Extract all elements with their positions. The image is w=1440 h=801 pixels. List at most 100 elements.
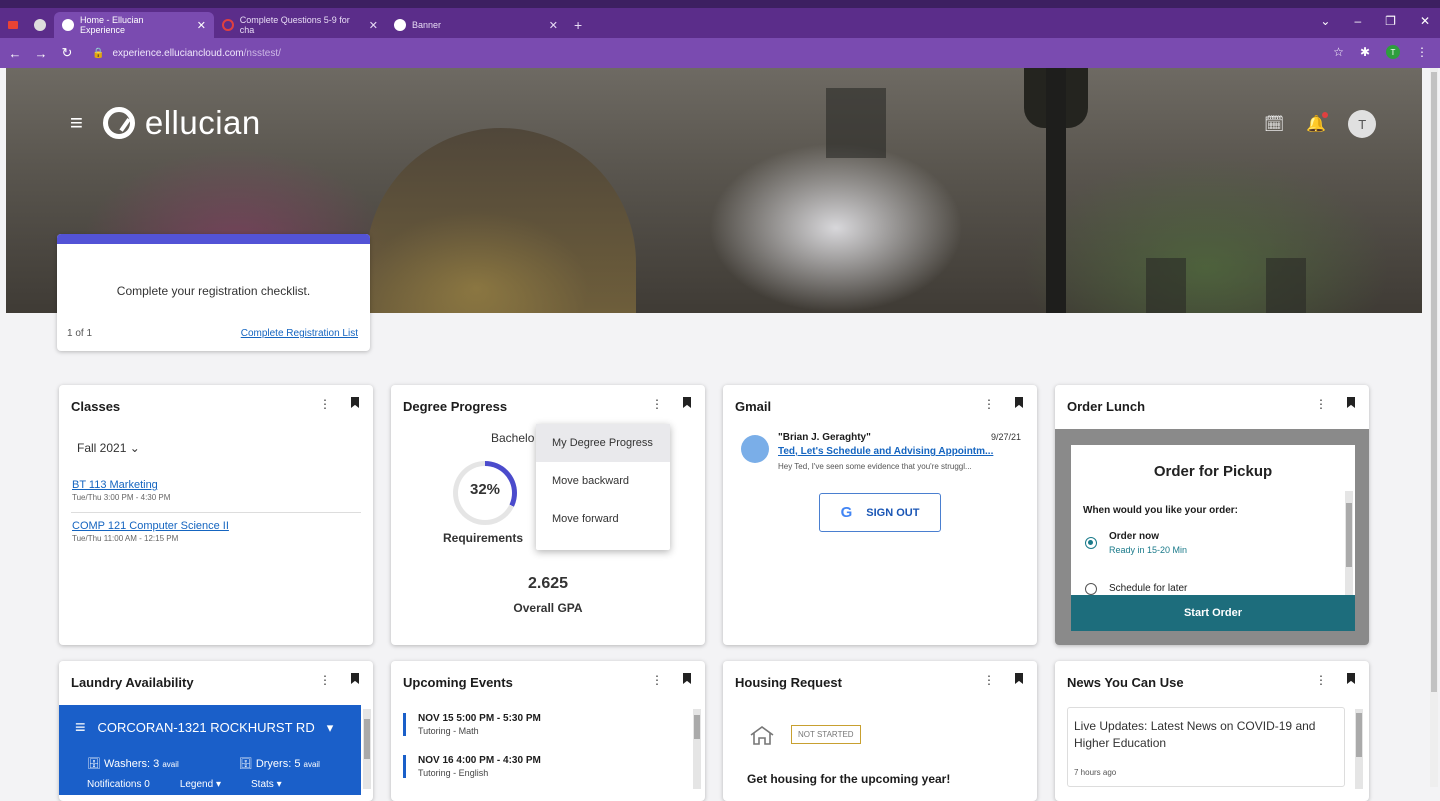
class-name[interactable]: BT 113 Marketing (72, 479, 170, 491)
bookmark-icon[interactable] (683, 673, 691, 684)
extensions-icon[interactable]: ✱ (1360, 45, 1370, 59)
dryers-count: 🗄 Dryers: 5 avail (239, 757, 320, 770)
complete-registration-link[interactable]: Complete Registration List (241, 328, 358, 339)
event-item[interactable]: NOV 15 5:00 PM - 5:30 PM Tutoring - Math (403, 713, 541, 736)
menu-item-move-forward[interactable]: Move forward (536, 500, 670, 538)
ellucian-favicon-icon (394, 19, 406, 31)
class-schedule: Tue/Thu 3:00 PM - 4:30 PM (72, 493, 171, 502)
tab-label: Home - Ellucian Experience (79, 15, 144, 35)
bookmark-icon[interactable] (351, 397, 359, 408)
dryers-suffix: avail (303, 760, 320, 769)
hamburger-menu-icon[interactable]: ≡ (70, 110, 83, 136)
minimize-icon[interactable]: – (1354, 14, 1361, 28)
news-item[interactable]: Live Updates: Latest News on COVID-19 an… (1067, 707, 1345, 787)
bookmark-icon[interactable] (351, 673, 359, 684)
more-options-icon[interactable]: ⋮ (651, 673, 663, 687)
order-lunch-card: Order Lunch ⋮ Order for Pickup When woul… (1055, 385, 1369, 645)
events-scrollbar[interactable] (693, 709, 701, 789)
mail-sender: "Brian J. Geraghty" (778, 432, 871, 443)
more-options-icon[interactable]: ⋮ (319, 397, 331, 411)
tab-search-icon[interactable]: ⌄ (1320, 14, 1330, 28)
news-card: News You Can Use ⋮ Live Updates: Latest … (1055, 661, 1369, 801)
page-scrollbar[interactable] (1430, 68, 1438, 787)
bookmark-icon[interactable] (1347, 673, 1355, 684)
start-order-button[interactable]: Start Order (1071, 595, 1355, 631)
tab-close-icon[interactable]: ✕ (549, 19, 558, 32)
term-label: Fall 2021 (77, 441, 127, 455)
legend-dropdown[interactable]: Legend ▾ (180, 779, 221, 790)
tab-label: Complete Questions 5-9 for cha (239, 15, 350, 35)
sign-out-button[interactable]: G SIGN OUT (819, 493, 941, 532)
maximize-icon[interactable]: ❐ (1385, 14, 1396, 28)
menu-item-my-degree-progress[interactable]: My Degree Progress (536, 424, 670, 462)
more-options-icon[interactable]: ⋮ (319, 673, 331, 687)
more-options-icon[interactable]: ⋮ (651, 397, 663, 411)
google-icon: G (840, 504, 853, 521)
star-icon[interactable]: ☆ (1333, 45, 1344, 59)
gpa-value: 2.625 (527, 575, 569, 592)
card-title: Order Lunch (1067, 399, 1146, 414)
registration-checklist-card: Complete your registration checklist. 1 … (57, 234, 370, 351)
close-window-icon[interactable]: ✕ (1420, 14, 1430, 28)
class-name[interactable]: COMP 121 Computer Science II (72, 520, 229, 532)
notifications-bell-icon[interactable]: 🔔 (1306, 112, 1329, 134)
menu-dots-icon[interactable]: ⋮ (1416, 45, 1428, 59)
url-field[interactable]: 🔒 experience.elluciancloud.com/nsstest/ (92, 48, 281, 59)
classes-card: Classes ⋮ Fall 2021 ⌄ BT 113 Marketing T… (59, 385, 373, 645)
reload-icon[interactable]: ↻ (56, 45, 78, 61)
back-icon[interactable]: ← (4, 46, 26, 61)
location-selector[interactable]: ≡ CORCORAN-1321 ROCKHURST RD ▾ (75, 717, 333, 738)
tab-complete-questions[interactable]: Complete Questions 5-9 for cha ✕ (214, 12, 386, 38)
bookmark-icon[interactable] (683, 397, 691, 408)
progress-percent: 32% (469, 481, 501, 498)
class-schedule: Tue/Thu 11:00 AM - 12:15 PM (72, 534, 179, 543)
class-item[interactable]: BT 113 Marketing Tue/Thu 3:00 PM - 4:30 … (72, 479, 170, 502)
order-now-option[interactable]: Order now Ready in 15-20 Min (1109, 531, 1187, 555)
tab-close-icon[interactable]: ✕ (197, 19, 206, 32)
card-title: News You Can Use (1067, 675, 1184, 690)
card-title: Laundry Availability (71, 675, 194, 690)
brand-name: ellucian (144, 104, 261, 141)
tab-close-icon[interactable]: ✕ (369, 19, 378, 32)
bookmark-icon[interactable] (1015, 397, 1023, 408)
news-headline[interactable]: Live Updates: Latest News on COVID-19 an… (1074, 718, 1338, 752)
order-now-radio[interactable] (1085, 537, 1097, 549)
bookmark-icon[interactable] (1015, 673, 1023, 684)
card-title: Classes (71, 399, 121, 414)
tab-home-ellucian[interactable]: Home - Ellucian Experience ✕ (54, 12, 214, 38)
more-options-icon[interactable]: ⋮ (1315, 673, 1327, 687)
laundry-card: Laundry Availability ⋮ ≡ CORCORAN-1321 RO… (59, 661, 373, 801)
modal-scrollbar[interactable] (1345, 491, 1353, 601)
event-item[interactable]: NOV 16 4:00 PM - 4:30 PM Tutoring - Engl… (403, 755, 541, 778)
tab-label: Banner (412, 20, 442, 30)
bookmark-icon[interactable] (1347, 397, 1355, 408)
schedule-later-radio[interactable] (1085, 583, 1097, 595)
calendar-icon[interactable]: 🗓 (1264, 114, 1284, 134)
degree-program: Bachelo (491, 431, 535, 445)
more-options-icon[interactable]: ⋮ (1315, 397, 1327, 411)
stats-dropdown[interactable]: Stats ▾ (251, 779, 282, 790)
status-badge: NOT STARTED (791, 725, 861, 744)
more-options-icon[interactable]: ⋮ (983, 673, 995, 687)
url-host: experience.elluciancloud.com (112, 47, 244, 59)
housing-request-card: Housing Request ⋮ NOT STARTED Get housin… (723, 661, 1037, 801)
profile-avatar[interactable]: T (1386, 45, 1400, 59)
term-selector[interactable]: Fall 2021 ⌄ (77, 441, 140, 455)
new-tab-button[interactable]: + (566, 12, 590, 38)
forward-icon[interactable]: → (30, 46, 52, 61)
gmail-tab-icon[interactable] (0, 12, 26, 38)
laundry-scrollbar[interactable] (363, 709, 371, 789)
mail-subject-link[interactable]: Ted, Let's Schedule and Advising Appoint… (778, 446, 993, 457)
more-options-icon[interactable]: ⋮ (983, 397, 995, 411)
browser-tab-bar: Home - Ellucian Experience ✕ Complete Qu… (0, 8, 1440, 38)
tab-banner[interactable]: Banner ✕ (386, 12, 566, 38)
user-avatar[interactable]: T (1348, 110, 1377, 138)
notifications-link[interactable]: Notifications 0 (87, 779, 150, 790)
schedule-later-option[interactable]: Schedule for later (1109, 583, 1187, 594)
news-scrollbar[interactable] (1355, 709, 1363, 789)
menu-item-move-backward[interactable]: Move backward (536, 462, 670, 500)
ellucian-logo-icon (102, 107, 135, 139)
menu-icon[interactable]: ≡ (75, 717, 86, 738)
chrome-tab-icon[interactable] (26, 12, 54, 38)
class-item[interactable]: COMP 121 Computer Science II Tue/Thu 11:… (72, 520, 229, 543)
